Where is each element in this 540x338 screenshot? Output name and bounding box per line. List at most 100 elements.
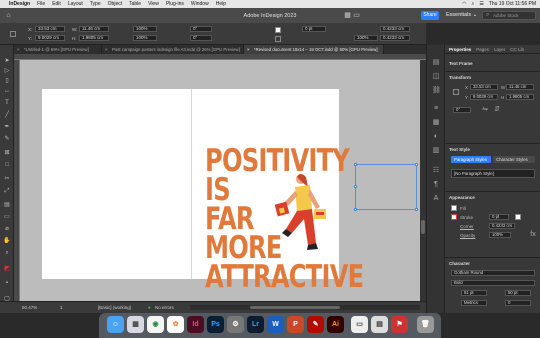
tracking-field[interactable]: 0: [505, 300, 531, 306]
font-size-field[interactable]: 51 pt: [461, 290, 487, 296]
style-status[interactable]: [Basic] (working): [98, 305, 131, 310]
note-tool-icon[interactable]: ▭: [3, 213, 11, 221]
shopping-woman-illustration[interactable]: [270, 173, 330, 259]
close-icon[interactable]: ×: [17, 45, 20, 54]
fill-swatch[interactable]: [275, 27, 281, 33]
paragraph-styles-icon[interactable]: ¶: [432, 181, 440, 189]
menu-type[interactable]: Type: [90, 1, 101, 7]
menu-object[interactable]: Object: [108, 1, 122, 7]
frame-handle-tl[interactable]: [354, 163, 357, 166]
menu-file[interactable]: File: [37, 1, 45, 7]
tab-layer[interactable]: Layer: [494, 45, 505, 53]
tab-untitled[interactable]: × *Untitled-1 @ 69% [GPU Preview]: [14, 45, 102, 54]
stroke-swatch[interactable]: [275, 36, 281, 42]
stroke-weight-field[interactable]: 0 pt: [489, 214, 509, 220]
character-styles-icon[interactable]: A: [432, 195, 440, 203]
close-icon[interactable]: ×: [105, 45, 108, 54]
fill-swatch[interactable]: [451, 205, 457, 211]
rectangle-frame-icon[interactable]: ⊠: [3, 149, 11, 157]
horizontal-scrollbar[interactable]: [190, 305, 420, 310]
page-tool-icon[interactable]: ▯: [3, 77, 11, 85]
tab-pages[interactable]: Pages: [476, 45, 489, 53]
zoom-tool-icon[interactable]: ⌕: [3, 249, 11, 257]
stock-search-input[interactable]: ⌕ Adobe Stock: [482, 11, 536, 20]
gap-tool-icon[interactable]: ↔: [3, 87, 11, 95]
selected-text-frame[interactable]: [354, 163, 418, 211]
fit-spacing-field[interactable]: 0.4233 cm: [380, 26, 410, 32]
flags-icon[interactable]: ⚑: [391, 316, 408, 333]
acrobat-icon[interactable]: ✎: [307, 316, 324, 333]
launchpad-icon[interactable]: ▦: [127, 316, 144, 333]
lightroom-icon[interactable]: Lr: [247, 316, 264, 333]
control-center-icon[interactable]: ☰: [479, 1, 483, 7]
wifi-icon[interactable]: ◠: [462, 1, 466, 7]
font-style-dropdown[interactable]: Bold: [451, 280, 535, 286]
menu-layout[interactable]: Layout: [68, 1, 83, 7]
reference-point-icon[interactable]: [10, 31, 16, 37]
stroke-panel-icon[interactable]: ≡: [432, 105, 440, 113]
photos-icon[interactable]: ✿: [167, 316, 184, 333]
tab-properties[interactable]: Properties: [449, 45, 471, 53]
photoshop-icon[interactable]: Ps: [207, 316, 224, 333]
font-family-dropdown[interactable]: Gotham Round: [451, 270, 535, 276]
paragraph-style-dropdown[interactable]: [No Paragraph Style]: [451, 169, 535, 178]
transform-h-field[interactable]: 1.9805 cm: [506, 94, 534, 100]
close-icon[interactable]: ×: [247, 45, 250, 54]
opacity-field[interactable]: 100%: [354, 35, 378, 41]
fit-spacing-field-2[interactable]: 0.4233 cm: [380, 35, 410, 41]
gradient-tool-icon[interactable]: ▤: [3, 201, 11, 209]
swatches-panel-icon[interactable]: ▦: [432, 119, 440, 127]
screen-mode-icon[interactable]: ▭: [352, 11, 361, 20]
indesign-icon[interactable]: Id: [187, 316, 204, 333]
trash-icon[interactable]: 🗑: [417, 316, 434, 333]
rectangle-tool-icon[interactable]: □: [3, 161, 11, 169]
x-field[interactable]: 33.53 cm: [35, 26, 65, 32]
arrange-icon[interactable]: ▦: [343, 11, 352, 20]
hand-tool-icon[interactable]: ✋: [3, 237, 11, 245]
free-transform-icon[interactable]: ⤢: [3, 187, 11, 195]
menu-edit[interactable]: Edit: [52, 1, 61, 7]
pen-tool-icon[interactable]: ✒: [3, 123, 11, 131]
preflight-status[interactable]: No errors: [155, 305, 174, 310]
menu-app-name[interactable]: InDesign: [9, 1, 30, 7]
corner-field[interactable]: 0.4233 cm: [489, 223, 515, 229]
menu-help[interactable]: Help: [216, 1, 226, 7]
settings-icon[interactable]: ⚙: [227, 316, 244, 333]
menu-view[interactable]: View: [148, 1, 159, 7]
gradient-panel-icon[interactable]: ▥: [432, 147, 440, 155]
text-wrap-icon[interactable]: ☷: [432, 167, 440, 175]
pasteboard[interactable]: POSITIVITY IS FAR MORE ATTRACTIVE: [20, 60, 420, 301]
finder-icon[interactable]: ☺: [107, 316, 124, 333]
menu-window[interactable]: Window: [191, 1, 209, 7]
tab-revised-document[interactable]: × *Revised document 18x14 – 19 OCT.indd @…: [244, 45, 384, 54]
stroke-color-swatch[interactable]: [515, 214, 521, 220]
workspace-switcher[interactable]: Essentials ⌄: [446, 12, 477, 18]
clock[interactable]: Thu 19 Oct 11:56 PM: [489, 1, 536, 7]
share-button[interactable]: Share: [421, 11, 439, 20]
direct-selection-icon[interactable]: ▷: [3, 67, 11, 75]
frame-handle-bl[interactable]: [354, 208, 357, 211]
transform-y-field[interactable]: 9.0029 cm: [470, 94, 498, 100]
powerpoint-icon[interactable]: P: [287, 316, 304, 333]
stroke-swatch[interactable]: [451, 214, 457, 220]
transform-x-field[interactable]: 33.53 cm: [470, 84, 498, 90]
chrome-icon[interactable]: ◉: [147, 316, 164, 333]
transform-w-field[interactable]: 11.46 cm: [506, 84, 534, 90]
horizontal-scroll-thumb[interactable]: [250, 306, 340, 309]
pencil-tool-icon[interactable]: ✎: [3, 135, 11, 143]
keynote-icon[interactable]: ▤: [371, 316, 388, 333]
color-panel-icon[interactable]: ◐: [432, 133, 440, 141]
frame-handle-br[interactable]: [415, 208, 418, 211]
links-panel-icon[interactable]: ⛓: [432, 87, 441, 95]
flip-horizontal-icon[interactable]: ⇋: [481, 106, 489, 114]
pages-panel-icon[interactable]: ▤: [432, 59, 440, 67]
transform-rotate-field[interactable]: 0°: [453, 107, 471, 113]
stroke-weight-field[interactable]: 0 pt: [302, 26, 326, 32]
illustrator-icon[interactable]: Ai: [327, 316, 344, 333]
type-tool-icon[interactable]: T: [3, 99, 11, 107]
w-field[interactable]: 11.46 cm: [79, 26, 109, 32]
apply-color-icon[interactable]: ▪: [3, 279, 11, 287]
scale-x-field[interactable]: 100%: [133, 26, 157, 32]
paragraph-styles-button[interactable]: Paragraph Styles: [451, 156, 491, 163]
selection-tool-icon[interactable]: ➤: [3, 57, 11, 65]
